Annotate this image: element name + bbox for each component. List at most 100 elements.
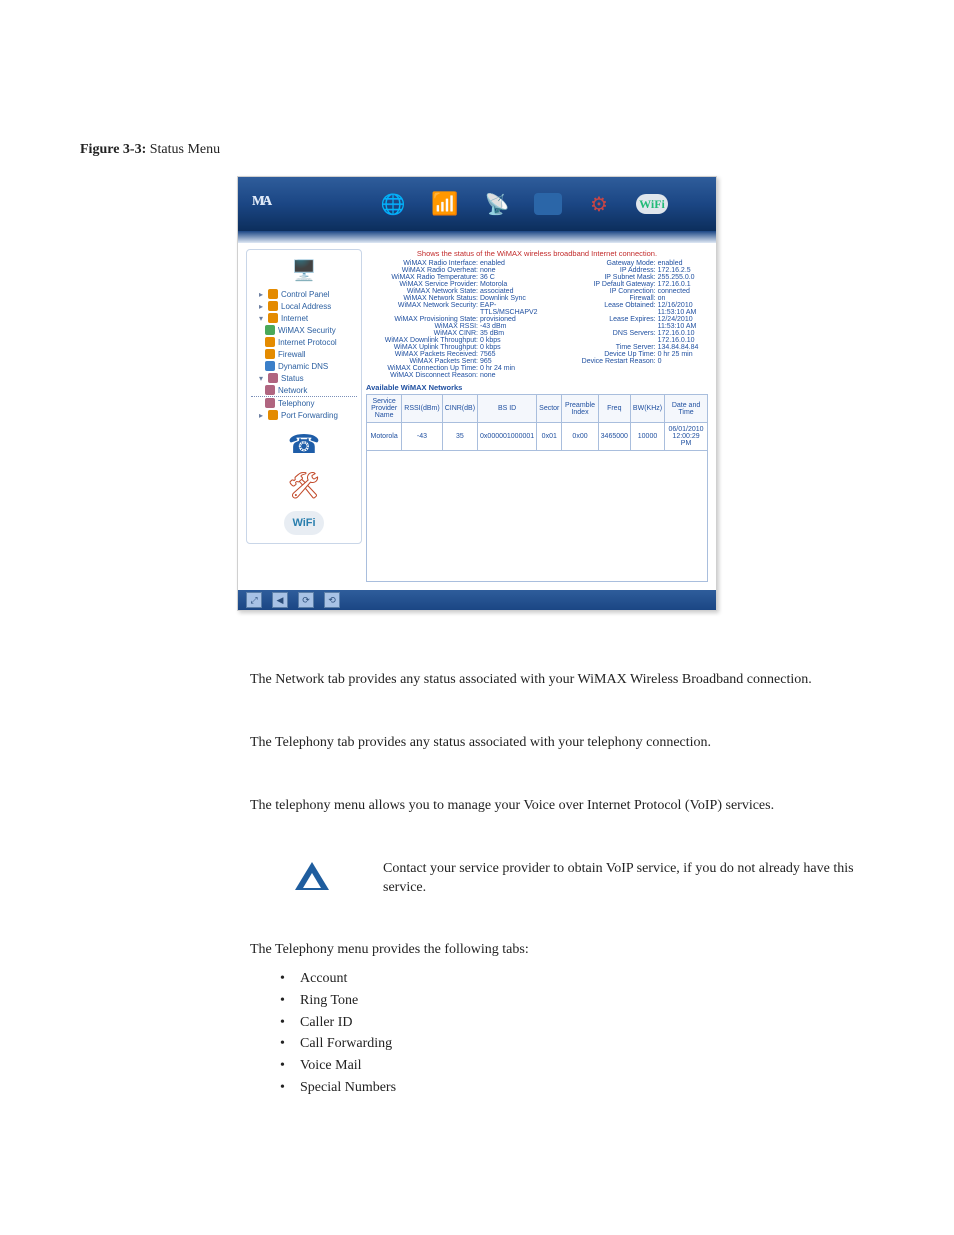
status-label: WiMAX Radio Interface: [366,260,480,267]
status-row: WiMAX RSSI:-43 dBm [366,323,538,330]
sidebar-item-internet-protocol[interactable]: Internet Protocol [251,336,357,348]
status-value: 0 hr 24 min [480,365,515,372]
status-label: WiMAX Packets Sent: [366,358,480,365]
status-label: Firewall: [564,295,658,302]
status-value: 7565 [480,351,496,358]
sidebar-item-label: Status [281,374,304,383]
status-row: WiMAX Radio Temperature:36 C [366,274,538,281]
telephone-icon[interactable]: ☎ [288,429,320,460]
sidebar-item-label: Dynamic DNS [278,362,328,371]
status-row: WiMAX CINR:35 dBm [366,330,538,337]
table-cell: 0x01 [537,423,562,451]
table-cell: 06/01/2010 12:00:29 PM [665,423,708,451]
sidebar-item-label: Telephony [278,399,314,408]
sidebar-item-label: Internet [281,314,308,323]
gear-icon[interactable]: ⚙ [584,189,614,219]
sidebar: 🖥️ ▸Control Panel ▸Local Address ▾Intern… [246,249,362,582]
sidebar-item-label: WiMAX Security [278,326,336,335]
sidebar-item-network[interactable]: Network [251,384,357,397]
bottom-toolbar: ⤢ ◀ ⟳ ⟲ [238,590,716,610]
available-networks-table: Service Provider NameRSSI(dBm)CINR(dB)BS… [366,394,708,451]
status-row: WiMAX Network Status:Downlink Sync [366,295,538,302]
sidebar-item-label: Network [278,386,307,395]
sidebar-item-firewall[interactable]: Firewall [251,348,357,360]
wifi-badge-icon[interactable]: WiFi [636,194,668,214]
list-item: Account [280,968,874,990]
table-cell: Motorola [367,423,402,451]
back-icon[interactable]: ◀ [272,592,288,608]
status-label: IP Default Gateway: [564,281,658,288]
status-value: 0 kbps [480,344,501,351]
sidebar-item-port-forwarding[interactable]: ▸Port Forwarding [251,409,357,421]
status-value: provisioned [480,316,516,323]
globe-icon[interactable]: 🌐 [378,189,408,219]
status-row: WiMAX Packets Received:7565 [366,351,538,358]
status-label: Lease Obtained: [564,302,658,316]
status-menu-screenshot: ᴹᴬ 🌐 📶 📡 ⚙ WiFi 🖥️ ▸Control Panel ▸Local… [237,176,717,611]
table-cell: 0x00 [562,423,598,451]
status-label: WiMAX Connection Up Time: [366,365,480,372]
status-label: WiMAX Disconnect Reason: [366,372,480,379]
status-value: EAP-TTLS/MSCHAPV2 [480,302,538,316]
sidebar-item-label: Internet Protocol [278,338,337,347]
sidebar-item-telephony[interactable]: Telephony [251,397,357,409]
sidebar-item-wimax-security[interactable]: WiMAX Security [251,324,357,336]
status-row: WiMAX Provisioning State:provisioned [366,316,538,323]
status-value: on [658,295,666,302]
sidebar-item-label: Local Address [281,302,331,311]
topbar-icons: 🌐 📶 📡 ⚙ WiFi [378,189,668,219]
status-row: WiMAX Packets Sent:965 [366,358,538,365]
pc-icon: 🖥️ [251,256,357,284]
monitor-icon[interactable] [534,193,562,215]
table-row: Motorola-43350x0000010000010x010x0034650… [367,423,708,451]
status-label: Gateway Mode: [564,260,658,267]
status-row: Device Restart Reason:0 [564,358,708,365]
status-label: WiMAX Downlink Throughput: [366,337,480,344]
status-row: WiMAX Downlink Throughput:0 kbps [366,337,538,344]
status-label: Device Restart Reason: [564,358,658,365]
table-header: Preamble Index [562,395,598,423]
wifi-icon[interactable]: WiFi [284,511,324,535]
status-label: IP Connection: [564,288,658,295]
broadcast-icon[interactable]: 📡 [482,189,512,219]
status-row: WiMAX Disconnect Reason:none [366,372,538,379]
status-value: 0 kbps [480,337,501,344]
sidebar-item-status[interactable]: ▾Status [251,372,357,384]
table-header: Sector [537,395,562,423]
status-label: Device Up Time: [564,351,658,358]
table-cell: 10000 [630,423,664,451]
status-heading: Shows the status of the WiMAX wireless b… [366,249,708,258]
signal-bars-icon[interactable]: 📶 [430,189,460,219]
expand-icon[interactable]: ⤢ [246,592,262,608]
status-value: 172.16.0.10 172.16.0.10 [658,330,708,344]
sidebar-item-control-panel[interactable]: ▸Control Panel [251,288,357,300]
figure-title: Status Menu [150,142,220,157]
status-row: Lease Obtained:12/16/2010 11:53:10 AM [564,302,708,316]
status-value: 172.16.0.1 [658,281,691,288]
status-row: WiMAX Uplink Throughput:0 kbps [366,344,538,351]
status-row: WiMAX Radio Overheat:none [366,267,538,274]
status-pane: Shows the status of the WiMAX wireless b… [362,249,708,582]
list-item: Ring Tone [280,990,874,1012]
table-header: BW(KHz) [630,395,664,423]
refresh-all-icon[interactable]: ⟲ [324,592,340,608]
paragraph-telephony-tab: The Telephony tab provides any status as… [250,734,854,753]
tabs-intro: The Telephony menu provides the followin… [250,941,854,960]
status-row: WiMAX Radio Interface:enabled [366,260,538,267]
status-value: -43 dBm [480,323,506,330]
sidebar-item-dynamic-dns[interactable]: Dynamic DNS [251,360,357,372]
table-cell: 3465000 [598,423,630,451]
refresh-icon[interactable]: ⟳ [298,592,314,608]
tools-icon[interactable]: 🛠 [287,470,320,501]
table-cell: 0x000001000001 [478,423,537,451]
table-cell: -43 [402,423,442,451]
table-header: Freq [598,395,630,423]
sidebar-item-local-address[interactable]: ▸Local Address [251,300,357,312]
sidebar-item-internet[interactable]: ▾Internet [251,312,357,324]
paragraph-network: The Network tab provides any status asso… [250,671,854,690]
list-item: Caller ID [280,1012,874,1034]
table-header: Date and Time [665,395,708,423]
sidebar-item-label: Control Panel [281,290,329,299]
status-row: Lease Expires:12/24/2010 11:53:10 AM [564,316,708,330]
topbar: ᴹᴬ 🌐 📶 📡 ⚙ WiFi [238,177,716,231]
